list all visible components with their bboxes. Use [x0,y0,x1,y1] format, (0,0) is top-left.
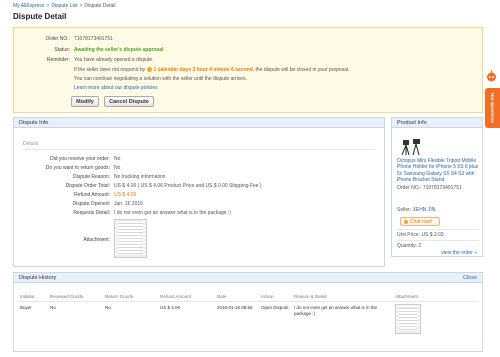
chat-icon [404,219,408,224]
refund-amount-value: US $ 4.06 [114,192,137,198]
product-order-no: Order NO.: 71078173491751 [397,185,462,191]
robot-icon[interactable] [486,70,497,84]
dispute-info-title: Dispute Info [14,118,384,128]
col-refund-amount: Refund Amount [160,294,192,299]
reminder-label: Reminder: [46,57,70,63]
product-info-title: Product Info [392,118,482,128]
divider [23,149,375,150]
row-refund-amount: US $ 4.06 [160,305,181,310]
breadcrumb: My AliExpress > Dispute List > Dispute Detai… [13,3,116,9]
clock-icon [146,67,152,72]
breadcrumb-separator: > [79,3,83,9]
col-initiator: Initiator [20,294,35,299]
requests-detail-value: I do not even get an answer what is in t… [114,210,232,216]
modify-button[interactable]: Modify [71,96,99,107]
cancel-dispute-button[interactable]: Cancel Dispute [104,96,154,107]
product-name-link[interactable]: Octopus Mini Flexible Tripod Mobile Phon… [397,158,479,184]
order-total-value: US $ 4.06 ( US $ 4.06 Product Price and … [114,183,262,189]
row-reason-line1: I do not even get an answer what is in t… [294,305,378,310]
product-image[interactable] [400,135,422,157]
product-info-panel: Product Info Octopus Mini Flexible Tripo… [391,117,483,257]
divider [397,229,479,230]
breadcrumb-my-aliexpress[interactable]: My AliExpress [13,3,44,9]
status-label: Status: [54,47,70,53]
dispute-history-panel: Dispute History Close Initiator Received… [13,272,483,352]
reminder-line2-pre: If the seller does not respond by [74,67,146,73]
chat-now-button[interactable]: Chat now! [400,217,440,226]
row-return-goods: No [105,305,111,310]
row-reason-line2: package :) [294,311,316,316]
requests-detail-label: Requests Detail: [73,210,110,216]
col-received-goods: Received Goods [50,294,84,299]
divider [18,301,478,302]
details-label: Details [23,141,39,147]
dispute-reason-label: Dispute Reason: [73,174,110,180]
col-attachment: Attachment [395,294,418,299]
chat-now-label: Chat now! [410,218,433,225]
received-order-value: No [114,156,121,162]
refund-amount-label: Refund Amount: [74,192,110,198]
col-date: Date [217,294,227,299]
reminder-line2: If the seller does not respond by 1 cale… [74,67,349,73]
unit-price: Unit Price: US $ 2.03 [397,232,444,238]
hot-questions-tab[interactable]: Hot questions [485,88,500,128]
col-reason-detail: Reason & Detail [294,294,327,299]
row-action: Open Dispute [261,305,289,310]
col-action: Action [261,294,274,299]
reminder-line3: You can continue negotiating a solution … [74,76,247,82]
divider [397,240,479,241]
page-title: Dispute Detail [13,12,67,21]
return-goods-value: No [114,165,121,171]
return-goods-label: Do you want to return goods: [45,165,110,171]
seller-label: Seller: [397,207,412,213]
breadcrumb-dispute-list[interactable]: Dispute List [51,3,77,9]
breadcrumb-current: Dispute Detail [84,3,116,9]
seller-row: Seller: XEHN JIN [397,207,435,213]
received-order-label: Did you receive your order: [49,156,110,162]
row-initiator: Buyer [20,305,32,310]
row-received-goods: No [50,305,56,310]
order-total-label: Dispute Order Total: [65,183,110,189]
quantity: Quantity: 2 [397,243,422,249]
dispute-info-panel: Dispute Info Details Did you receive you… [13,117,385,267]
row-date: 2016-01-16 08:56 [217,305,253,310]
history-attachment-thumbnail[interactable] [395,304,421,334]
dispute-reason-value: No tracking information [114,174,166,180]
breadcrumb-separator: > [46,3,50,9]
dispute-opened-value: Jan. 16 2016 [114,201,143,207]
dispute-opened-label: Dispute Opened: [72,201,110,207]
view-order-link[interactable]: view the order » [441,250,477,256]
dispute-policy-link[interactable]: Learn more about our dispute policies [74,85,158,91]
reminder-line2-post: , the dispute will be closed in your pro… [252,67,350,73]
order-no-value: 71078173491751 [74,36,113,42]
status-value: Awaiting the seller's dispute approval [74,47,164,53]
reminder-line1: You have already opened a dispute. [74,57,154,63]
seller-name-link[interactable]: XEHN JIN [413,207,436,213]
dispute-history-title: Dispute History [14,273,482,283]
attachment-thumbnail[interactable] [114,219,147,258]
col-return-goods: Return Goods [105,294,134,299]
attachment-label: Attachment: [83,237,110,243]
dispute-summary: Order NO.: 71078173491751 Status: Awaiti… [13,27,483,113]
close-history-link[interactable]: Close [463,275,477,281]
countdown-timer: 1 calendar days 3 hour 4 minute 6 second [153,67,253,73]
order-no-label: Order NO.: [45,36,70,42]
